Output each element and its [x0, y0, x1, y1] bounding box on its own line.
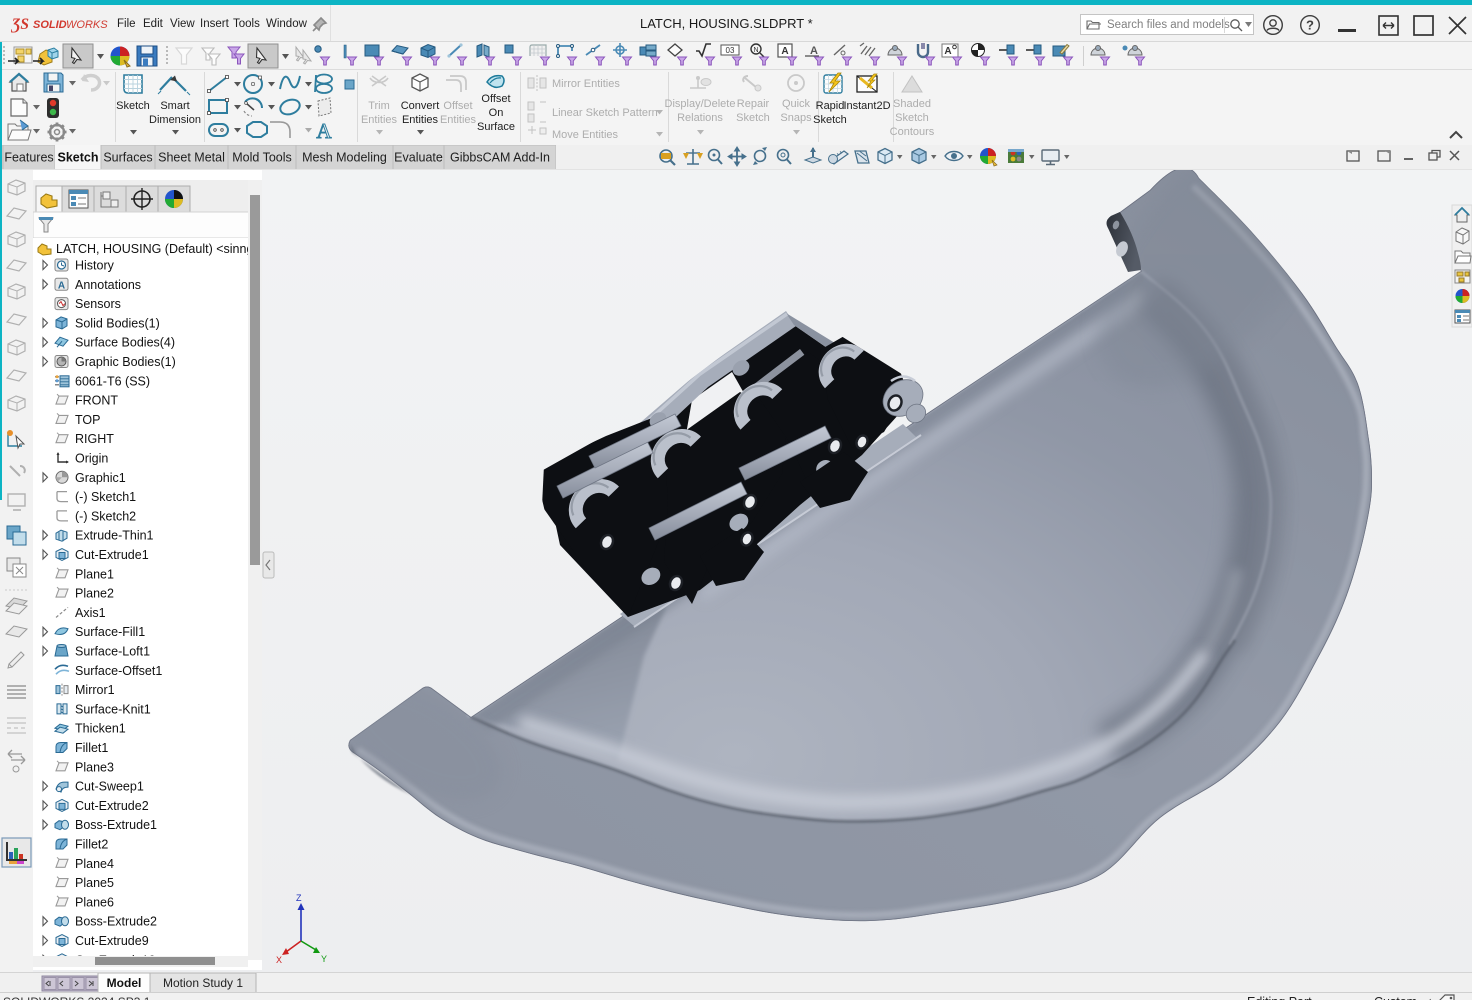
svg-text:(-) Sketch1: (-) Sketch1: [75, 490, 136, 504]
svg-text:Move Entities: Move Entities: [552, 129, 619, 141]
svg-text:Entities: Entities: [402, 114, 439, 126]
svg-text:Contours: Contours: [890, 126, 935, 138]
svg-text:Mesh Modeling: Mesh Modeling: [302, 151, 387, 165]
svg-text:FRONT: FRONT: [75, 394, 118, 408]
svg-text:ƷS: ƷS: [11, 16, 29, 33]
svg-text:A: A: [316, 119, 332, 143]
svg-text:6061-T6 (SS): 6061-T6 (SS): [75, 374, 150, 388]
svg-text:Boss-Extrude2: Boss-Extrude2: [75, 915, 157, 929]
svg-text:Cut-Extrude2: Cut-Extrude2: [75, 799, 149, 813]
svg-text:Convert: Convert: [401, 100, 440, 112]
svg-text:Surface-Knit1: Surface-Knit1: [75, 702, 151, 716]
svg-text:Z: Z: [296, 893, 302, 903]
svg-text:?: ?: [1306, 18, 1314, 33]
svg-text:Surfaces: Surfaces: [103, 151, 152, 165]
svg-text:Mirror Entities: Mirror Entities: [552, 78, 620, 90]
svg-text:Solid Bodies(1): Solid Bodies(1): [75, 316, 160, 330]
svg-text:Features: Features: [4, 151, 53, 165]
svg-text:Model: Model: [107, 976, 142, 990]
svg-text:Instant2D: Instant2D: [843, 100, 890, 112]
svg-text:Plane2: Plane2: [75, 587, 114, 601]
svg-text:A: A: [944, 46, 951, 57]
svg-text:Surface-Offset1: Surface-Offset1: [75, 664, 162, 678]
svg-text:Fillet1: Fillet1: [75, 741, 108, 755]
svg-text:Relations: Relations: [677, 112, 723, 124]
svg-text:Cut-Extrude1: Cut-Extrude1: [75, 548, 149, 562]
svg-text:WORKS: WORKS: [66, 19, 108, 31]
svg-text:Cut-Sweep1: Cut-Sweep1: [75, 780, 144, 794]
svg-text:Mirror1: Mirror1: [75, 683, 115, 697]
svg-text:RIGHT: RIGHT: [75, 432, 114, 446]
svg-text:On: On: [489, 107, 504, 119]
svg-text:Graphic Bodies(1): Graphic Bodies(1): [75, 355, 176, 369]
svg-text:Graphic1: Graphic1: [75, 471, 126, 485]
svg-text:Plane4: Plane4: [75, 857, 114, 871]
svg-text:Motion Study 1: Motion Study 1: [163, 976, 243, 990]
svg-text:Surface-Fill1: Surface-Fill1: [75, 625, 145, 639]
svg-text:Offset: Offset: [443, 100, 472, 112]
svg-text:Y: Y: [321, 954, 327, 964]
svg-text:X: X: [276, 955, 282, 965]
svg-text:Sketch: Sketch: [116, 100, 150, 112]
svg-text:A: A: [781, 46, 788, 57]
svg-text:SOLID: SOLID: [33, 19, 67, 31]
svg-text:Entities: Entities: [440, 114, 477, 126]
svg-text:Cut-Extrude9: Cut-Extrude9: [75, 934, 149, 948]
svg-text:Sketch: Sketch: [736, 112, 770, 124]
svg-text:Entities: Entities: [361, 114, 398, 126]
svg-text:N: N: [753, 47, 758, 54]
svg-text:Quick: Quick: [782, 98, 811, 110]
svg-text:Surface Bodies(4): Surface Bodies(4): [75, 336, 175, 350]
svg-text:Mold Tools: Mold Tools: [232, 151, 292, 165]
svg-text:Plane3: Plane3: [75, 760, 114, 774]
svg-text:Boss-Extrude1: Boss-Extrude1: [75, 818, 157, 832]
svg-text:GibbsCAM Add-In: GibbsCAM Add-In: [450, 151, 550, 165]
svg-text:Sheet Metal: Sheet Metal: [158, 151, 225, 165]
svg-text:Surface: Surface: [477, 121, 515, 133]
svg-text:Display/Delete: Display/Delete: [665, 98, 736, 110]
svg-text:Surface-Loft1: Surface-Loft1: [75, 645, 150, 659]
svg-text:Evaluate: Evaluate: [394, 151, 443, 165]
svg-text:Annotations: Annotations: [75, 278, 141, 292]
svg-text:TOP: TOP: [75, 413, 100, 427]
svg-text:03: 03: [726, 46, 735, 55]
svg-text:Offset: Offset: [481, 93, 510, 105]
svg-text:Rapid: Rapid: [816, 100, 845, 112]
svg-text:History: History: [75, 259, 115, 273]
svg-text:Fillet2: Fillet2: [75, 838, 108, 852]
svg-text:A: A: [810, 45, 818, 57]
svg-text:Shaded: Shaded: [893, 98, 931, 110]
svg-text:Repair: Repair: [737, 98, 770, 110]
svg-text:Thicken1: Thicken1: [75, 722, 126, 736]
svg-text:(-) Sketch2: (-) Sketch2: [75, 509, 136, 523]
svg-text:Dimension: Dimension: [149, 114, 201, 126]
svg-text:Origin: Origin: [75, 452, 108, 466]
svg-text:Sketch: Sketch: [813, 114, 847, 126]
svg-text:A: A: [58, 280, 65, 291]
svg-text:Smart: Smart: [160, 100, 189, 112]
svg-text:Plane1: Plane1: [75, 567, 114, 581]
svg-text:Axis1: Axis1: [75, 606, 106, 620]
svg-text:Plane6: Plane6: [75, 895, 114, 909]
svg-text:Extrude-Thin1: Extrude-Thin1: [75, 529, 154, 543]
svg-text:Plane5: Plane5: [75, 876, 114, 890]
svg-text:Sketch: Sketch: [895, 112, 929, 124]
svg-text:Trim: Trim: [368, 100, 390, 112]
svg-text:Snaps: Snaps: [780, 112, 812, 124]
svg-text:LATCH, HOUSING (Default) <sinn: LATCH, HOUSING (Default) <sinngle col: [56, 242, 262, 256]
svg-text:Linear Sketch Pattern: Linear Sketch Pattern: [552, 107, 658, 119]
svg-text:Sensors: Sensors: [75, 297, 121, 311]
svg-text:Sketch: Sketch: [58, 151, 99, 165]
